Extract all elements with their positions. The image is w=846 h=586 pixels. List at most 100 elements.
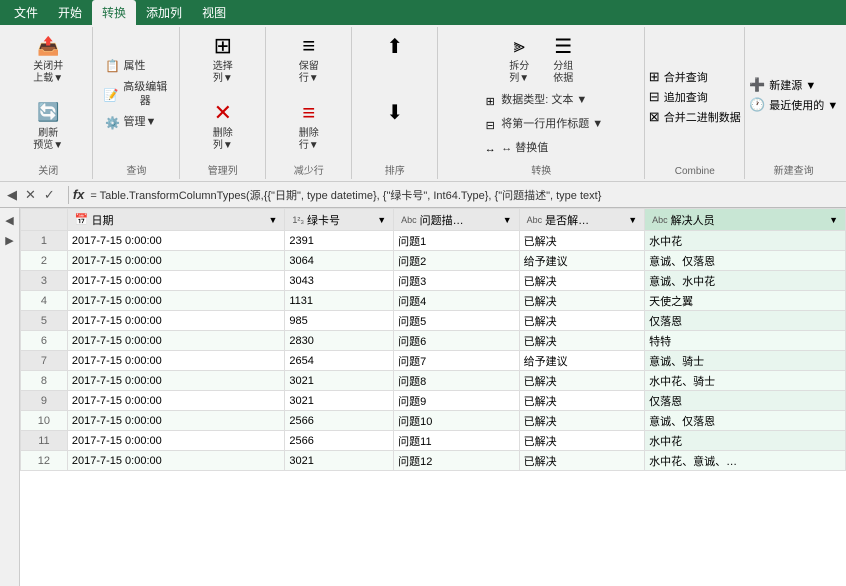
first-row-header-label: 将第一行用作标题 ▼ <box>501 118 603 131</box>
properties-label: 属性 <box>123 60 145 73</box>
replace-val-label: ↔ 替换值 <box>501 142 548 155</box>
col-header-issue[interactable]: Abc 问题描… ▼ <box>394 209 520 231</box>
card-sort-btn[interactable]: ▼ <box>377 215 386 225</box>
col-header-card[interactable]: 1²₃ 绿卡号 ▼ <box>285 209 394 231</box>
cell-issue: 问题1 <box>394 231 520 251</box>
sort-desc-button[interactable]: ⬇ <box>375 96 415 130</box>
table-row[interactable]: 92017-7-15 0:00:003021问题9已解决仅落恩 <box>21 391 846 411</box>
select-col-button[interactable]: ⊞ 选择列▼ <box>203 29 243 88</box>
formula-bar-content[interactable]: = Table.TransformColumnTypes(源,{{"日期", t… <box>90 187 842 203</box>
issue-sort-btn[interactable]: ▼ <box>503 215 512 225</box>
cell-person: 天使之翼 <box>645 291 846 311</box>
split-col-label: 拆分列▼ <box>509 61 529 85</box>
query-group-label: 查询 <box>126 160 146 177</box>
cell-issue: 问题9 <box>394 391 520 411</box>
tab-file[interactable]: 文件 <box>4 0 48 25</box>
tab-transform[interactable]: 转换 <box>92 0 136 25</box>
row-num-cell: 3 <box>21 271 68 291</box>
cell-date: 2017-7-15 0:00:00 <box>67 431 285 451</box>
query-group-content: 📋 属性 📝 高级编辑器 ⚙️ 管理▼ <box>99 29 173 160</box>
table-row[interactable]: 12017-7-15 0:00:002391问题1已解决水中花 <box>21 231 846 251</box>
person-sort-btn[interactable]: ▼ <box>829 215 838 225</box>
formula-check-btn[interactable]: ✓ <box>41 186 58 204</box>
delete-row-button[interactable]: ≡ 删除行▼ <box>289 96 329 155</box>
table-row[interactable]: 122017-7-15 0:00:003021问题12已解决水中花、意诚、… <box>21 451 846 471</box>
cell-person: 水中花、骑士 <box>645 371 846 391</box>
formula-bar: ◀ ✕ ✓ fx = Table.TransformColumnTypes(源,… <box>0 182 846 208</box>
delete-col-button[interactable]: ✕ 删除列▼ <box>203 96 243 155</box>
table-area[interactable]: 📅 日期 ▼ 1²₃ 绿卡号 ▼ <box>20 208 846 586</box>
formula-close-btn[interactable]: ✕ <box>22 186 39 204</box>
ribbon-group-reduce-row: ≡ 保留行▼ ≡ 删除行▼ 减少行 <box>266 27 352 179</box>
add-query-icon: ⊟ <box>649 89 660 105</box>
left-tb-nav2[interactable]: ▶ <box>2 232 18 248</box>
tab-home[interactable]: 开始 <box>48 0 92 25</box>
advanced-editor-button[interactable]: 📝 高级编辑器 <box>99 79 173 109</box>
manage-button[interactable]: ⚙️ 管理▼ <box>99 112 160 134</box>
properties-button[interactable]: 📋 属性 <box>99 55 149 77</box>
cell-resolved: 已解决 <box>519 431 645 451</box>
cell-date: 2017-7-15 0:00:00 <box>67 331 285 351</box>
sort-asc-button[interactable]: ⬆ <box>375 29 415 63</box>
table-row[interactable]: 42017-7-15 0:00:001131问题4已解决天使之翼 <box>21 291 846 311</box>
formula-nav-prev[interactable]: ◀ <box>4 186 20 204</box>
recent-used-button[interactable]: 🕐 最近使用的 ▼ <box>746 96 841 114</box>
table-row[interactable]: 62017-7-15 0:00:002830问题6已解决特特 <box>21 331 846 351</box>
sort-content: ⬆ ⬇ <box>358 29 431 160</box>
table-row[interactable]: 112017-7-15 0:00:002566问题11已解决水中花 <box>21 431 846 451</box>
table-row[interactable]: 52017-7-15 0:00:00985问题5已解决仅落恩 <box>21 311 846 331</box>
cell-person: 仅落恩 <box>645 311 846 331</box>
cell-resolved: 已解决 <box>519 331 645 351</box>
cell-resolved: 已解决 <box>519 411 645 431</box>
cell-person: 意诚、仅落恩 <box>645 411 846 431</box>
add-query-button[interactable]: ⊟ 追加查询 <box>646 88 711 106</box>
cell-resolved: 已解决 <box>519 231 645 251</box>
row-num-cell: 4 <box>21 291 68 311</box>
resolved-sort-btn[interactable]: ▼ <box>628 215 637 225</box>
cell-person: 特特 <box>645 331 846 351</box>
first-row-header-button[interactable]: ⊟ 将第一行用作标题 ▼ <box>477 114 607 136</box>
cell-card: 3021 <box>285 451 394 471</box>
issue-col-label: 问题描… <box>420 212 464 228</box>
merge-binary-button[interactable]: ⊠ 合并二进制数据 <box>646 108 744 126</box>
manage-col-label: 管理列 <box>208 160 238 177</box>
replace-val-button[interactable]: ↔ ↔ 替换值 <box>477 138 607 160</box>
manage-label: 管理▼ <box>123 116 156 129</box>
close-load-button[interactable]: 📤 关闭并上载▼ <box>27 29 69 88</box>
combine-content: ⊞ 合并查询 ⊟ 追加查询 ⊠ 合并二进制数据 <box>646 29 744 164</box>
cell-date: 2017-7-15 0:00:00 <box>67 311 285 331</box>
tab-view[interactable]: 视图 <box>192 0 236 25</box>
data-table: 📅 日期 ▼ 1²₃ 绿卡号 ▼ <box>20 208 846 471</box>
table-row[interactable]: 32017-7-15 0:00:003043问题3已解决意诚、水中花 <box>21 271 846 291</box>
cell-issue: 问题6 <box>394 331 520 351</box>
merge-query-button[interactable]: ⊞ 合并查询 <box>646 68 711 86</box>
add-query-label: 追加查询 <box>664 89 708 105</box>
cell-date: 2017-7-15 0:00:00 <box>67 291 285 311</box>
keep-row-icon: ≡ <box>295 32 323 60</box>
cell-issue: 问题2 <box>394 251 520 271</box>
split-col-button[interactable]: ⫸ 拆分列▼ <box>499 29 539 88</box>
tab-add-col[interactable]: 添加列 <box>136 0 192 25</box>
table-row[interactable]: 22017-7-15 0:00:003064问题2给予建议意诚、仅落恩 <box>21 251 846 271</box>
left-tb-nav1[interactable]: ◀ <box>2 212 18 228</box>
table-row[interactable]: 82017-7-15 0:00:003021问题8已解决水中花、骑士 <box>21 371 846 391</box>
data-type-label: 数据类型: 文本 ▼ <box>501 94 587 107</box>
table-row[interactable]: 72017-7-15 0:00:002654问题7给予建议意诚、骑士 <box>21 351 846 371</box>
group-by-button[interactable]: ☰ 分组依据 <box>543 29 583 88</box>
data-type-button[interactable]: ⊞ 数据类型: 文本 ▼ <box>477 90 607 112</box>
col-header-person[interactable]: Abc 解决人员 ▼ <box>645 209 846 231</box>
table-body: 12017-7-15 0:00:002391问题1已解决水中花22017-7-1… <box>21 231 846 471</box>
date-col-label: 日期 <box>92 212 114 228</box>
cell-person: 仅落恩 <box>645 391 846 411</box>
new-source-button[interactable]: ➕ 新建源 ▼ <box>746 76 819 94</box>
refresh-preview-button[interactable]: 🔄 刷新预览▼ <box>27 96 69 155</box>
date-sort-btn[interactable]: ▼ <box>268 215 277 225</box>
split-col-icon: ⫸ <box>505 32 533 60</box>
keep-row-button[interactable]: ≡ 保留行▼ <box>289 29 329 88</box>
col-header-date[interactable]: 📅 日期 ▼ <box>67 209 285 231</box>
row-num-cell: 12 <box>21 451 68 471</box>
table-row[interactable]: 102017-7-15 0:00:002566问题10已解决意诚、仅落恩 <box>21 411 846 431</box>
cell-card: 2654 <box>285 351 394 371</box>
row-num-cell: 6 <box>21 331 68 351</box>
col-header-resolved[interactable]: Abc 是否解… ▼ <box>519 209 645 231</box>
